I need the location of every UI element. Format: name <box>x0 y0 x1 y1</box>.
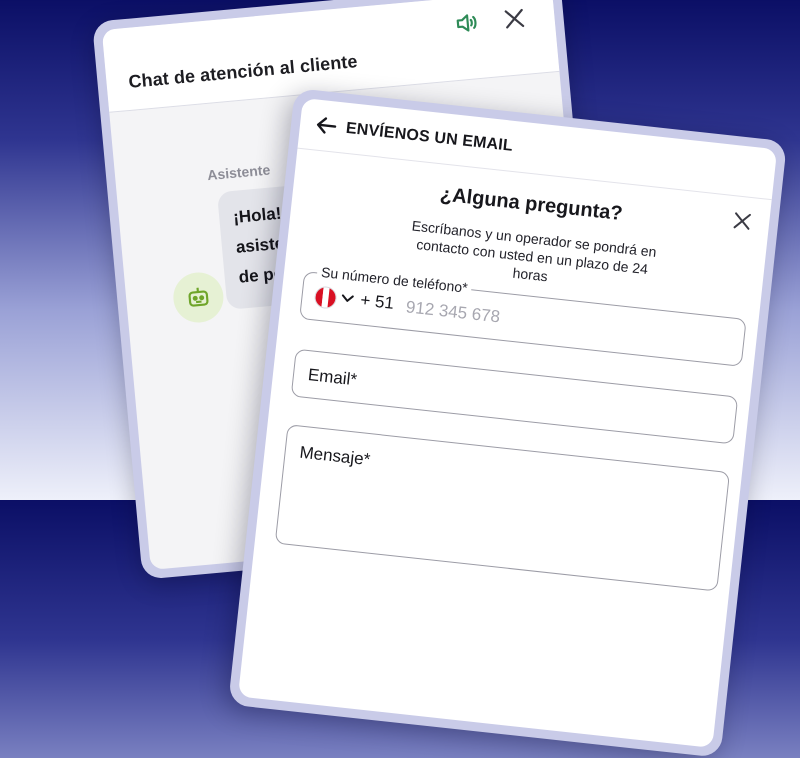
scene: Chat de atención al cliente Asistente ¡H… <box>0 0 800 758</box>
chat-header-actions <box>451 3 529 38</box>
message-field[interactable]: Mensaje* <box>274 424 731 592</box>
chevron-down-icon[interactable] <box>340 290 355 305</box>
bot-avatar <box>171 270 226 325</box>
message-label: Mensaje* <box>298 442 372 470</box>
email-label: Email* <box>307 365 358 390</box>
dial-code: + 51 <box>359 290 395 313</box>
email-field[interactable]: Email* <box>290 348 739 445</box>
email-panel: ENVÍENOS UN EMAIL ¿Alguna pregunta? Escr… <box>237 97 778 748</box>
arrow-left-icon[interactable] <box>313 111 342 140</box>
speaker-icon[interactable] <box>451 8 481 38</box>
phone-input[interactable] <box>402 293 609 344</box>
robot-icon <box>188 287 209 307</box>
phone-field[interactable]: Su número de teléfono* + 51 <box>299 263 747 367</box>
close-icon[interactable] <box>499 3 529 33</box>
peru-flag-icon[interactable] <box>313 285 338 310</box>
chat-title: Chat de atención al cliente <box>127 51 359 92</box>
email-window: ENVÍENOS UN EMAIL ¿Alguna pregunta? Escr… <box>228 88 788 758</box>
email-header-title: ENVÍENOS UN EMAIL <box>345 119 514 155</box>
sender-name: Asistente <box>206 161 271 184</box>
